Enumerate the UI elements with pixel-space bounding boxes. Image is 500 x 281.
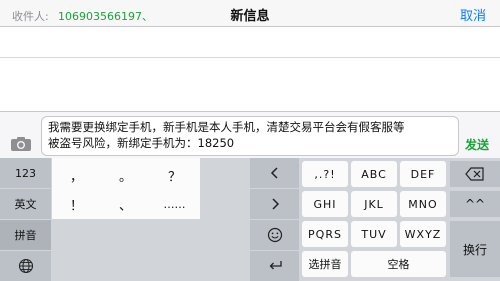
key-pinyin[interactable]: 拼音 — [0, 220, 51, 250]
send-button[interactable]: 发送 — [465, 136, 489, 153]
select-pinyin-key[interactable]: 选拼音 — [302, 251, 348, 277]
symbol-key[interactable]: 。 — [101, 162, 150, 188]
symbol-key[interactable]: …… — [150, 191, 199, 217]
cursor-right-key[interactable] — [250, 189, 299, 219]
delete-key[interactable] — [450, 161, 500, 187]
key-ghi[interactable]: GHI — [302, 191, 348, 217]
cursor-left-key[interactable] — [250, 158, 299, 188]
key-mno[interactable]: MNO — [400, 191, 446, 217]
newline-key[interactable]: 换行 — [450, 221, 500, 277]
emoji-key[interactable] — [250, 220, 299, 250]
keyboard: 123 英文 拼音 ， 。 ？ ！ 、 …… ,.?! ABC DEF GHI … — [0, 158, 500, 281]
key-punctuation[interactable]: ,.?! — [302, 161, 348, 187]
key-tuv[interactable]: TUV — [351, 221, 397, 247]
delete-icon — [465, 167, 484, 181]
symbol-key[interactable]: ， — [52, 162, 101, 188]
recipient-row[interactable] — [0, 27, 500, 58]
recipient-label: 收件人: — [12, 10, 49, 23]
space-key[interactable]: 空格 — [351, 251, 446, 277]
recipient-field[interactable]: 106903566197、 — [58, 8, 153, 24]
message-text[interactable]: 我需要更换绑定手机，新手机是本人手机，清楚交易平台会有假客服等 被盗号风险，新绑… — [48, 119, 456, 151]
symbol-key[interactable]: ！ — [52, 191, 101, 217]
key-123[interactable]: 123 — [0, 158, 51, 188]
symbol-key[interactable]: ？ — [150, 162, 199, 188]
key-def[interactable]: DEF — [400, 161, 446, 187]
message-line-1: 我需要更换绑定手机，新手机是本人手机，清楚交易平台会有假客服等 — [48, 120, 405, 134]
globe-icon — [18, 258, 33, 274]
return-arrow-key[interactable] — [250, 251, 299, 281]
key-jkl[interactable]: JKL — [351, 191, 397, 217]
chevron-left-icon — [270, 167, 278, 179]
cancel-button[interactable]: 取消 — [460, 5, 486, 24]
return-arrow-icon — [269, 261, 282, 270]
emoticon-face-key[interactable]: ^^ — [450, 191, 500, 217]
symbol-key[interactable]: 、 — [101, 191, 150, 217]
camera-icon[interactable] — [10, 136, 32, 152]
key-wxyz[interactable]: WXYZ — [400, 221, 446, 247]
message-line-2: 被盗号风险，新绑定手机为：18250 — [48, 136, 235, 150]
key-pqrs[interactable]: PQRS — [302, 221, 348, 247]
chevron-right-icon — [271, 198, 279, 210]
globe-key[interactable] — [0, 251, 51, 281]
emoji-icon — [267, 227, 282, 243]
key-english[interactable]: 英文 — [0, 189, 51, 219]
key-abc[interactable]: ABC — [351, 161, 397, 187]
